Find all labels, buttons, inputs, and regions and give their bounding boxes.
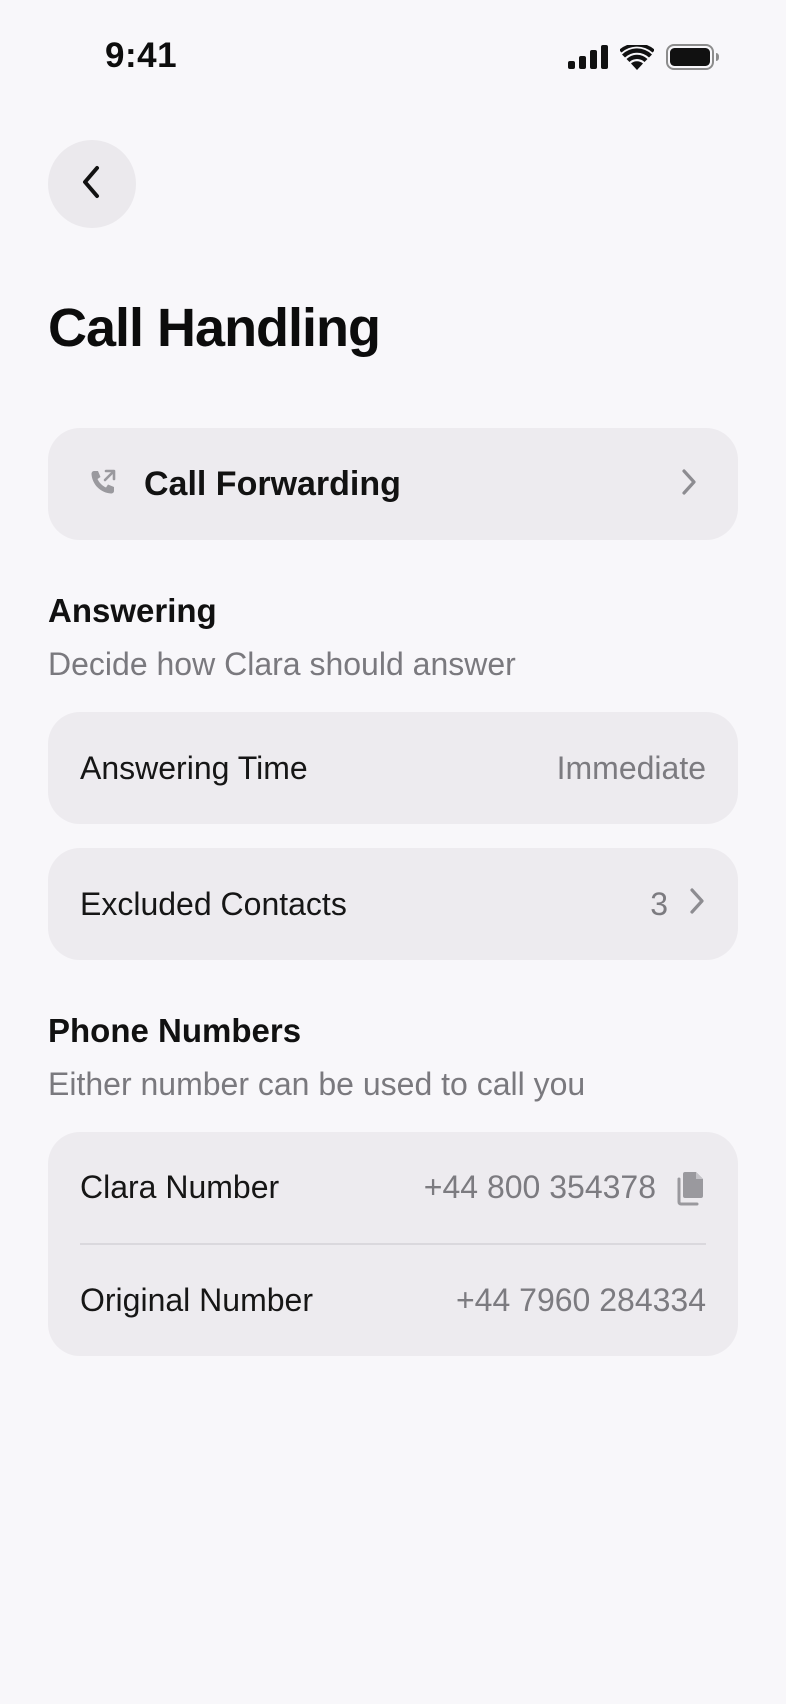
clara-number-label: Clara Number — [80, 1169, 280, 1205]
answering-heading: Answering — [48, 592, 217, 629]
excluded-contacts-label: Excluded Contacts — [80, 885, 347, 922]
call-forwarding-label: Call Forwarding — [144, 464, 401, 503]
phone-numbers-heading: Phone Numbers — [48, 1012, 302, 1049]
back-button[interactable] — [48, 140, 136, 228]
answering-time-label: Answering Time — [80, 749, 308, 786]
status-time: 9:41 — [105, 36, 178, 75]
answering-time-value: Immediate — [556, 749, 706, 786]
chevron-left-icon — [79, 164, 105, 205]
battery-icon — [666, 44, 720, 75]
original-number-row[interactable]: Original Number +44 7960 284334 — [48, 1245, 738, 1356]
excluded-contacts-count: 3 — [650, 885, 668, 922]
phone-forward-icon — [88, 467, 118, 502]
cellular-signal-icon — [568, 45, 608, 74]
wifi-icon — [619, 42, 655, 75]
status-bar: 9:41 — [0, 0, 786, 118]
chevron-right-icon — [688, 886, 706, 923]
copy-icon[interactable] — [676, 1170, 706, 1206]
excluded-contacts-value: 3 — [650, 886, 706, 923]
chevron-right-icon — [680, 468, 698, 501]
answering-time-card[interactable]: Answering Time Immediate — [48, 712, 738, 824]
original-number-value: +44 7960 284334 — [455, 1282, 706, 1318]
clara-number-value-group: +44 800 354378 — [424, 1169, 706, 1206]
answering-subtitle: Decide how Clara should answer — [48, 646, 516, 682]
clara-number-value: +44 800 354378 — [423, 1169, 656, 1205]
status-icons — [568, 42, 720, 75]
page-title: Call Handling — [48, 298, 381, 358]
phone-numbers-subtitle: Either number can be used to call you — [48, 1066, 586, 1102]
call-forwarding-card[interactable]: Call Forwarding — [48, 428, 738, 540]
phone-numbers-card: Clara Number +44 800 354378 Original Num… — [48, 1132, 738, 1356]
original-number-label: Original Number — [80, 1282, 313, 1318]
clara-number-row[interactable]: Clara Number +44 800 354378 — [48, 1132, 738, 1243]
excluded-contacts-card[interactable]: Excluded Contacts 3 — [48, 848, 738, 960]
